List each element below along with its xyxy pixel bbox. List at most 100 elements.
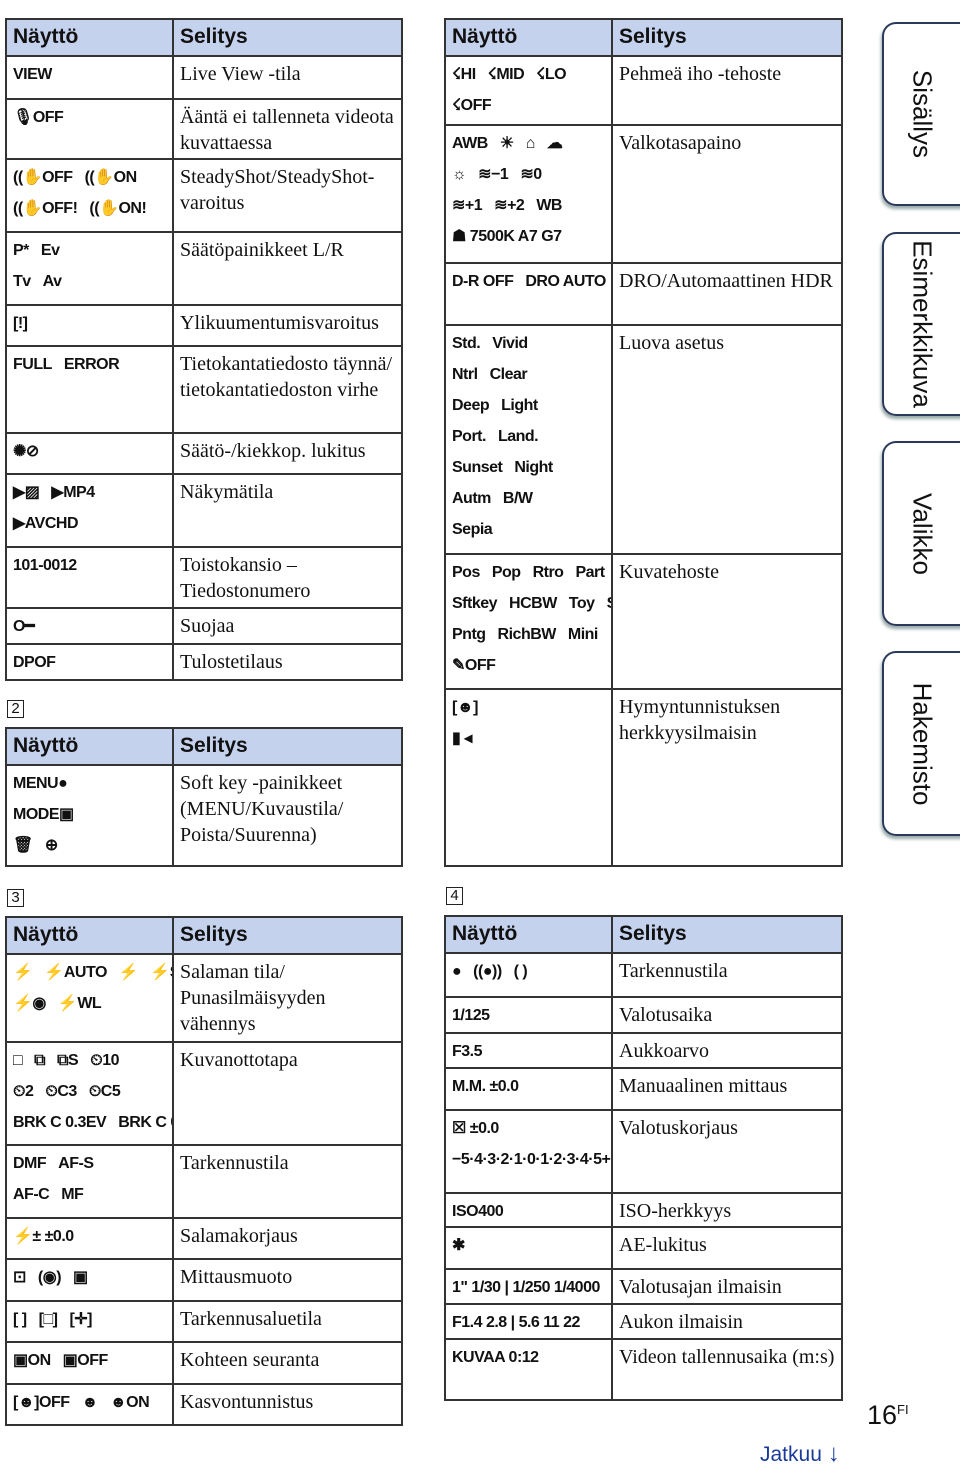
description: Suojaa (180, 615, 235, 637)
table-row: 1" 1/30 | 1/250 1/4000 Valotusajan ilmais… (446, 1268, 841, 1303)
display-indicator-icon: ▣OFF (62, 1352, 109, 1369)
display-indicator-icon: 1" 1/30 | 1/250 1/4000 (452, 1279, 600, 1296)
tab-label: Valikko (907, 492, 938, 575)
table-header: Näyttö Selitys (7, 918, 401, 953)
icon-line: ✺⊘ (13, 436, 166, 467)
display-indicator-icon: (◉) (37, 1269, 62, 1286)
continue-link[interactable]: Jatkuu ↓ (760, 1440, 840, 1468)
icon-line: ⚡± ±0.0 (13, 1221, 166, 1252)
header-display: Näyttö (446, 20, 613, 55)
icon-line: Sepia (452, 514, 605, 545)
display-indicator-icon: M.M. ±0.0 (452, 1078, 519, 1095)
display-indicator-icon: BRK C 0.3EV (13, 1114, 107, 1131)
display-indicator-icon: ≋+2 (494, 197, 525, 214)
display-indicator-icon: ▶AVCHD (13, 515, 79, 532)
header-display: Näyttö (7, 20, 174, 55)
table-row: ⚡⚡AUTO⚡⚡SLOW⚡REAR⚡◉⚡WLSalaman tila/ Puna… (7, 953, 401, 1041)
display-icons: [☻]OFF ☻ ☻ON (7, 1385, 174, 1424)
display-indicator-icon: ▶▨ (13, 484, 40, 501)
description: Salamakorjaus (180, 1225, 298, 1247)
table-row: FULL ERROR Tietokantatiedosto täynnä/ tiet… (7, 345, 401, 432)
display-indicator-icon: ((✋ON (84, 169, 138, 186)
icon-line: 101-0012 (13, 550, 166, 581)
display-indicator-icon: [☻] (452, 699, 479, 716)
icon-line: BRK C 0.3EVBRK C 0.7EV⌂ (13, 1107, 172, 1138)
display-indicator-icon: Tv (13, 273, 31, 290)
page-locale: FI (897, 1402, 909, 1417)
display-indicator-icon: P* (13, 242, 29, 259)
display-indicator-icon: ☻ON (109, 1394, 150, 1411)
icon-line: [!] (13, 308, 166, 339)
display-icons: KUVAA 0:12 (446, 1340, 613, 1399)
display-indicator-icon: ⏲2 (13, 1083, 34, 1100)
display-indicator-icon: Ntrl (452, 366, 478, 383)
display-icons: AWB ☀ ⌂ ☁ ☼ ≋−1 ≋0 ≋+1 ≋+2 WB ☗ 7500K A7 G7 (446, 126, 613, 262)
header-description: Selitys (180, 923, 248, 946)
display-indicator-icon: VIEW (13, 66, 52, 83)
tab-sample-photos[interactable]: Esimerkkikuva (882, 232, 960, 416)
display-indicator-icon: Part (575, 564, 605, 581)
icon-line: ☒ ±0.0 (452, 1113, 605, 1144)
icon-line: ☇HI ☇MID ☇LO (452, 59, 605, 90)
display-indicator-icon: [ ] (13, 1311, 27, 1328)
header-display: Näyttö (7, 729, 174, 764)
table-row: ✱ AE-lukitus (446, 1226, 841, 1268)
tab-index[interactable]: Hakemisto (882, 651, 960, 836)
display-indicator-icon: Sftkey (452, 595, 498, 612)
display-indicator-icon: Ev (40, 242, 60, 259)
display-icons: ⊡ (◉) ▣ (7, 1260, 174, 1300)
icon-line: ⚡◉ ⚡WL (13, 988, 166, 1019)
table-row: ⚡± ±0.0 Salamakorjaus (7, 1217, 401, 1258)
description: Säätö-/kiekkop. lukitus (180, 440, 366, 462)
display-indicator-icon: ▣ (73, 1269, 88, 1286)
description: Näkymätila (180, 481, 274, 503)
display-indicator-icon: ☁ (546, 135, 563, 152)
description: Pehmeä iho -tehoste (619, 63, 782, 85)
display-indicator-icon: MENU● (13, 775, 68, 792)
description: Aukon ilmaisin (619, 1311, 743, 1333)
icon-line: □ ⧉ ⧉S ⏲10 (13, 1045, 166, 1076)
display-icons: P* Ev Tv Av (7, 233, 174, 304)
table-row: ISO400 ISO-herkkyys (446, 1192, 841, 1226)
display-indicator-icon: ≋−1 (478, 166, 509, 183)
tab-contents[interactable]: Sisällys (882, 22, 960, 206)
table-row: ☇HI ☇MID ☇LO ☇OFF Pehmeä iho -tehoste (446, 55, 841, 124)
description: Ylikuumentumisvaroitus (180, 312, 379, 334)
display-indicator-icon: ⚡SLOW (150, 964, 172, 981)
display-indicator-icon: ☀ (499, 135, 514, 152)
icon-line: 🎙OFF (13, 102, 166, 133)
icon-line: Ntrl Clear (452, 359, 605, 390)
display-indicator-icon: Vivid (492, 335, 528, 352)
description: Kuvanottotapa (180, 1049, 298, 1071)
display-indicator-icon: ((✋OFF! (13, 200, 78, 217)
display-icons: MENU● MODE▣ 🗑 ⊕ (7, 766, 174, 865)
table-row: VIEW Live View -tila (7, 55, 401, 98)
icon-line: ☇OFF (452, 90, 605, 121)
display-indicator-icon: ⚡ (13, 964, 33, 981)
icon-line: Autm B/W (452, 483, 605, 514)
display-indicator-icon: Rtro (532, 564, 564, 581)
display-indicator-icon: F3.5 (452, 1043, 483, 1060)
icon-line: ≋+1 ≋+2 WB (452, 190, 605, 221)
display-icons: ⚡± ±0.0 (7, 1219, 174, 1258)
display-icons: ● ((●)) ( ) (446, 954, 613, 996)
display-indicator-icon: 🗑 (13, 837, 33, 854)
display-indicator-icon: ⊕ (44, 837, 58, 854)
icon-line: −5·4·3·2·1·0·1·2·3·4·5+ (452, 1144, 611, 1175)
icon-line: Pos Pop Rtro Part (452, 557, 605, 588)
icon-line: 🗑 ⊕ (13, 830, 166, 861)
table-row: F3.5 Aukkoarvo (446, 1032, 841, 1067)
icon-line: F1.4 2.8 | 5.6 11 22 (452, 1307, 605, 1338)
description: Hymyntunnistuksen herkkyysilmaisin (619, 696, 781, 744)
display-indicator-icon: ☻ (81, 1394, 98, 1411)
icon-line: ☗ 7500K A7 G7 (452, 221, 605, 252)
icon-line: ☼ ≋−1 ≋0 (452, 159, 605, 190)
tab-menu[interactable]: Valikko (882, 441, 960, 626)
icon-line: KUVAA 0:12 (452, 1342, 605, 1373)
display-indicator-icon: RichBW (497, 626, 557, 643)
display-indicator-icon: Pop (491, 564, 521, 581)
description: Videon tallennusaika (m:s) (619, 1346, 835, 1368)
icon-line: Pntg RichBW Mini (452, 619, 605, 650)
display-indicator-icon: DRO AUTO (525, 273, 606, 290)
display-icons: O━ (7, 609, 174, 643)
